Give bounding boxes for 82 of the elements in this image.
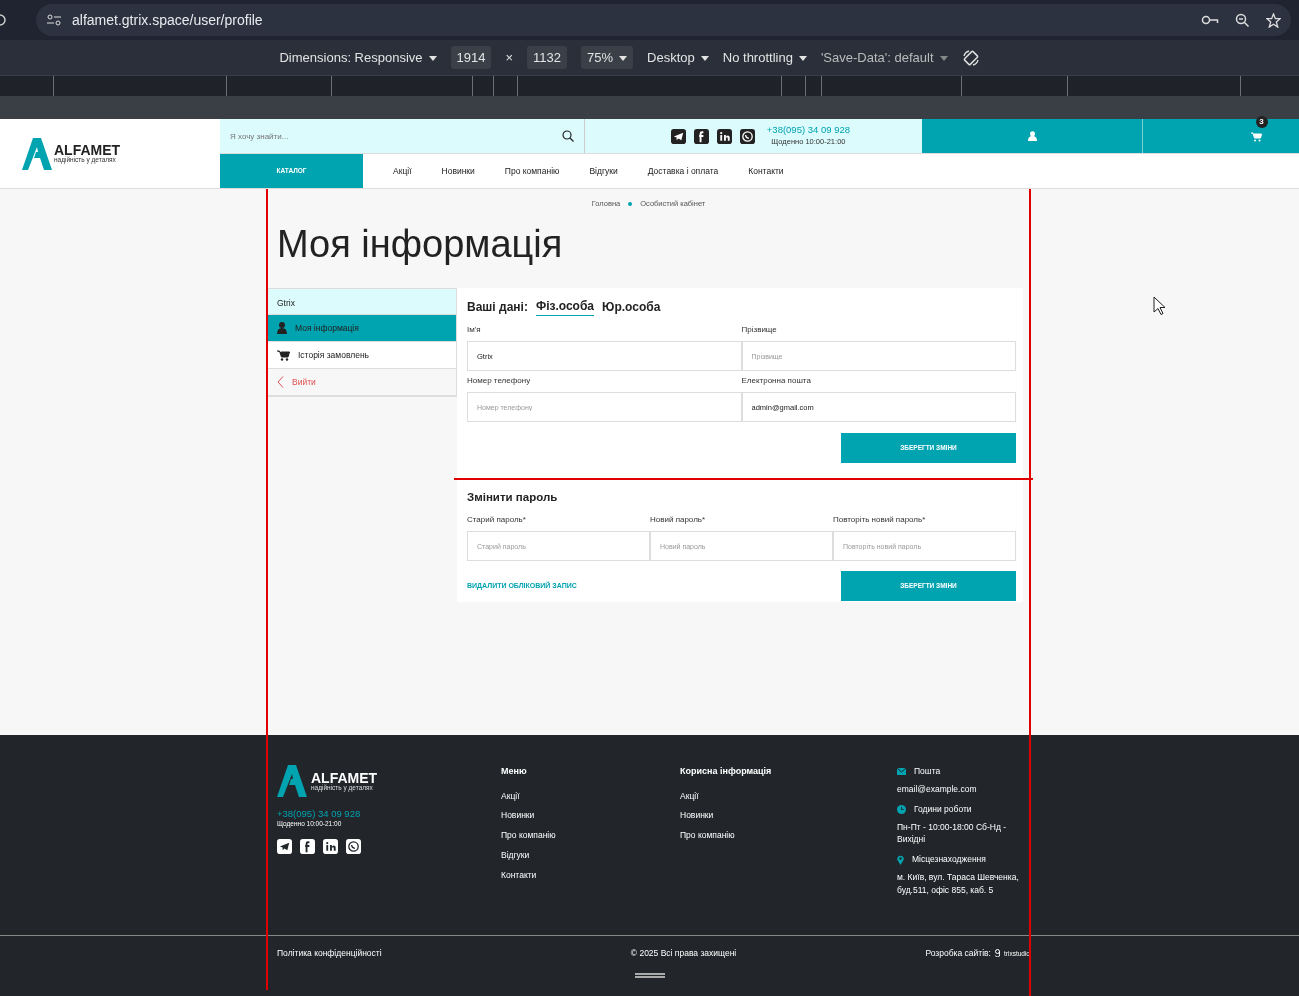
logo-name: ALFAMET — [54, 143, 121, 158]
field-label: Електронна пошта — [741, 375, 812, 387]
rotate-icon[interactable] — [961, 48, 980, 67]
sidebar-item[interactable]: Моя інформація — [267, 315, 456, 342]
field-label: Старий пароль* — [467, 514, 527, 527]
location-pin-icon — [897, 854, 904, 865]
search-icon[interactable] — [562, 130, 574, 142]
cart-button[interactable]: 3 — [1143, 119, 1299, 153]
save-data-dropdown[interactable]: 'Save-Data': default — [820, 47, 948, 68]
logo-icon — [22, 137, 52, 170]
throttling-dropdown[interactable]: No throttling — [722, 47, 807, 68]
contact-title: Місцезнаходження — [912, 853, 986, 867]
footer-link[interactable]: Відгуки — [501, 848, 680, 862]
page-title: Моя інформація — [277, 222, 564, 267]
field-label: Повторіть новий пароль* — [833, 514, 927, 527]
field-label: Прізвище — [741, 324, 778, 336]
section-title: Змінити пароль — [467, 490, 559, 505]
nav-link[interactable]: Контакти — [748, 164, 784, 178]
address-bar[interactable]: alfamet.gtrix.space/user/profile — [36, 4, 1291, 36]
key-icon[interactable] — [1201, 15, 1219, 25]
logo-name: ALFAMET — [311, 770, 378, 785]
zoom-dropdown[interactable]: 75% — [581, 45, 634, 70]
nav-link[interactable]: Акції — [393, 164, 412, 178]
facebook-icon[interactable] — [300, 839, 315, 855]
footer-link[interactable]: Акції — [680, 789, 897, 803]
footer-link[interactable]: Акції — [501, 789, 680, 803]
whatsapp-icon[interactable] — [739, 128, 755, 144]
developer-label: Розробка сайтів: — [925, 947, 991, 960]
user-icon — [1027, 131, 1037, 141]
device-dropdown[interactable]: Desktop — [647, 47, 709, 68]
times-sign: × — [505, 48, 514, 67]
mouse-pointer-icon — [1153, 296, 1167, 316]
footer-link[interactable]: Новинки — [501, 809, 680, 822]
width-field[interactable]: 1914 — [450, 45, 492, 70]
dimensions-dropdown[interactable]: Dimensions: Responsive — [279, 47, 437, 68]
chevron-left-icon — [277, 376, 284, 388]
user-name: Gtrix — [267, 289, 456, 315]
envelope-icon — [897, 767, 906, 775]
site-settings-icon[interactable] — [46, 13, 62, 27]
contact-title: Пошта — [914, 765, 941, 778]
footer-heading: Меню — [501, 765, 528, 778]
field-label: Ім'я — [467, 324, 482, 336]
cart-icon — [1250, 131, 1262, 142]
nav-link[interactable]: Відгуки — [589, 164, 618, 178]
footer-link[interactable]: Контакти — [501, 868, 680, 882]
zoom-icon[interactable] — [1235, 12, 1250, 28]
url-text: alfamet.gtrix.space/user/profile — [72, 10, 263, 30]
nav-link[interactable]: Про компанію — [504, 164, 560, 178]
telegram-icon[interactable] — [670, 128, 686, 144]
footer-link[interactable]: Про компанію — [501, 829, 680, 842]
footer-link[interactable]: Про компанію — [680, 829, 897, 842]
linkedin-icon[interactable] — [716, 128, 732, 144]
breadcrumb-separator — [628, 201, 633, 206]
contact-text: Пн-Пт - 10:00-18:00 Сб-Нд - Вихідні — [897, 820, 1008, 846]
footer-link[interactable]: Новинки — [680, 809, 897, 822]
contact-text: email@example.com — [897, 782, 978, 796]
footer-heading: Корисна інформація — [680, 765, 773, 778]
sidebar-item[interactable]: Історія замовлень — [267, 342, 456, 369]
linkedin-icon[interactable] — [323, 839, 338, 855]
height-field[interactable]: 1132 — [527, 45, 568, 70]
section-title: Ваші дані: — [467, 298, 528, 316]
nav-link[interactable]: Доставка і оплата — [647, 164, 719, 178]
telegram-icon[interactable] — [277, 839, 292, 855]
cart-icon — [277, 349, 290, 361]
privacy-link[interactable]: Політика конфіденційності — [277, 947, 382, 960]
contact-title: Години роботи — [914, 803, 972, 816]
field-label: Номер телефону — [467, 375, 532, 387]
person-type-tab[interactable]: Фіз.особа — [535, 297, 595, 316]
whatsapp-icon[interactable] — [346, 839, 361, 855]
star-icon[interactable] — [1266, 12, 1281, 28]
logo-icon — [277, 765, 307, 797]
facebook-icon[interactable] — [693, 128, 709, 144]
clock-icon — [897, 804, 906, 814]
nav-link[interactable]: Новинки — [441, 164, 475, 178]
drag-handle[interactable] — [634, 972, 665, 978]
person-type-tab[interactable]: Юр.особа — [602, 297, 661, 316]
phone-link[interactable]: +38(095) 34 09 928 — [277, 809, 501, 820]
copyright-text: © 2025 Всі права захищені — [630, 947, 737, 960]
contact-text: м. Київ, вул. Тараса Шевченка, буд.511, офіс 855, каб. 5 — [897, 871, 1020, 896]
reload-icon[interactable] — [0, 13, 8, 27]
user-icon — [277, 322, 287, 334]
field-label: Новий пароль* — [650, 514, 707, 527]
